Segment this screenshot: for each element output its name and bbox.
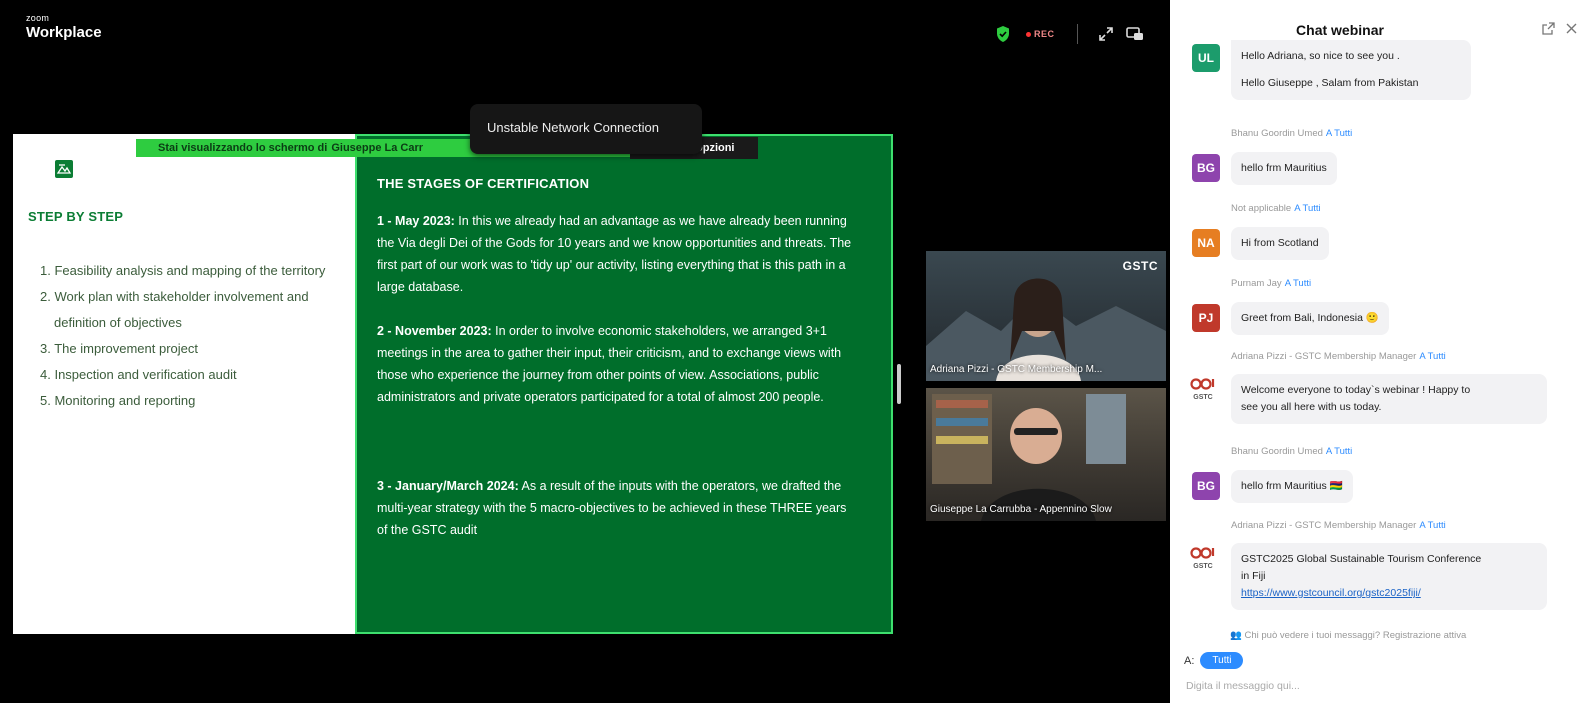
stages-title: THE STAGES OF CERTIFICATION [377, 176, 590, 191]
participant-label-giuseppe: Giuseppe La Carrubba - Appennino Slow [930, 504, 1112, 515]
view-window-icon[interactable] [1125, 26, 1144, 42]
stage-heading: 2 - November 2023: [377, 324, 492, 338]
logo-small-text: zoom [26, 13, 50, 23]
chat-message-bubble: Welcome everyone to today`s webinar ! Ha… [1231, 374, 1547, 424]
top-toolbar: REC [996, 22, 1144, 46]
message-line: Hi from Scotland [1241, 237, 1319, 249]
chat-message-bubble: GSTC2025 Global Sustainable Tourism Conf… [1231, 543, 1547, 610]
message-line [1241, 65, 1461, 75]
video-tile-giuseppe[interactable]: Giuseppe La Carrubba - Appennino Slow [926, 388, 1166, 521]
chat-privacy-note[interactable]: 👥 Chi può vedere i tuoi messaggi? Regist… [1230, 630, 1466, 641]
step-by-step-title: STEP BY STEP [28, 209, 124, 224]
chat-message-bubble: Hello Adriana, so nice to see you . Hell… [1231, 40, 1471, 100]
participant-video-giuseppe [932, 394, 1126, 521]
gstc-logo-avatar-icon: GSTC [1190, 547, 1215, 570]
avatar: UL [1192, 44, 1220, 72]
close-icon[interactable] [1566, 23, 1577, 34]
recording-label: REC [1034, 29, 1055, 39]
zoom-workplace-logo: zoom Workplace [26, 13, 102, 41]
recipient-label: A Tutti [1325, 128, 1353, 139]
privacy-note-text: Chi può vedere i tuoi messaggi? Registra… [1244, 630, 1467, 641]
steps-list: 1. Feasibility analysis and mapping of t… [40, 258, 340, 414]
stage-paragraph: 2 - November 2023: In order to involve e… [377, 320, 857, 408]
sender-name: Bhanu Goordin Umed [1231, 446, 1323, 457]
message-line: see you all here with us today. [1241, 401, 1382, 413]
avatar: BG [1192, 472, 1220, 500]
layout-resize-handle[interactable] [897, 364, 901, 404]
step-item: 4. Inspection and verification audit [40, 367, 237, 382]
sender-name: Not applicable [1231, 203, 1292, 214]
fullscreen-expand-icon[interactable] [1098, 26, 1114, 42]
stage-heading: 3 - January/March 2024: [377, 479, 519, 493]
chat-title: Chat webinar [1296, 22, 1384, 38]
recipient-prefix: A: [1184, 654, 1195, 667]
avatar: PJ [1192, 304, 1220, 332]
mountain-logo-icon [55, 160, 73, 178]
step-item: 5. Monitoring and reporting [40, 393, 196, 408]
slide-right-panel: THE STAGES OF CERTIFICATION 1 - May 2023… [355, 134, 893, 634]
message-sender: Purnam Jay A Tutti [1231, 278, 1311, 289]
recipient-dropdown[interactable]: Tutti [1200, 652, 1244, 669]
stage-paragraph: 3 - January/March 2024: As a result of t… [377, 475, 857, 541]
recipient-label: A Tutti [1294, 203, 1321, 214]
people-icon: 👥 [1230, 630, 1242, 641]
message-sender: Bhanu Goordin Umed A Tutti [1231, 128, 1352, 139]
recipient-label: A Tutti [1419, 351, 1446, 362]
toolbar-divider [1076, 24, 1078, 44]
step-item: 2. Work plan with stakeholder involvemen… [40, 289, 309, 330]
message-line: Hello Adriana, so nice to see you . [1241, 50, 1400, 62]
recipient-selector-row: A: Tutti [1184, 652, 1244, 669]
slide-left-panel: STEP BY STEP 1. Feasibility analysis and… [13, 134, 355, 634]
stage-paragraph: 1 - May 2023: In this we already had an … [377, 210, 857, 298]
sender-name: Adriana Pizzi - GSTC Membership Manager [1231, 520, 1417, 531]
logo-big-text: Workplace [26, 24, 102, 41]
stage-heading: 1 - May 2023: [377, 214, 455, 228]
chat-message-bubble: Hi from Scotland [1231, 227, 1329, 260]
recipient-label: A Tutti [1325, 446, 1353, 457]
message-line: Greet from Bali, Indonesia 🙂 [1241, 312, 1379, 324]
share-banner-text: Stai visualizzando lo schermo di [158, 142, 328, 154]
participant-label-adriana: Adriana Pizzi - GSTC Membership M... [930, 364, 1103, 375]
message-line: in Fiji [1241, 570, 1266, 582]
message-sender: Adriana Pizzi - GSTC Membership Manager A… [1231, 351, 1446, 362]
message-line: hello frm Mauritius [1241, 162, 1327, 174]
recipient-label: A Tutti [1284, 278, 1312, 289]
sender-name: Purnam Jay [1231, 278, 1282, 289]
share-banner-name: Giuseppe La Carr [331, 142, 424, 154]
chat-panel: Chat webinar UL Hello Adriana, so nice t… [1170, 0, 1579, 703]
message-sender: Adriana Pizzi - GSTC Membership Manager A… [1231, 520, 1446, 531]
sender-name: Bhanu Goordin Umed [1231, 128, 1323, 139]
svg-text:GSTC: GSTC [1193, 563, 1212, 570]
message-line: hello frm Mauritius 🇲🇺 [1241, 480, 1343, 492]
gstc-logo-avatar-icon: GSTC [1190, 378, 1215, 401]
shield-icon[interactable] [996, 26, 1010, 42]
chat-message-bubble: hello frm Mauritius 🇲🇺 [1231, 470, 1353, 503]
message-sender: Bhanu Goordin Umed A Tutti [1231, 446, 1352, 457]
avatar: NA [1192, 229, 1220, 257]
gstc-logo-video: GSTC [1122, 259, 1158, 273]
message-sender: Not applicable A Tutti [1231, 203, 1321, 214]
unstable-network-tooltip: Unstable Network Connection [470, 104, 702, 154]
zoom-main-area: zoom Workplace REC STEP BY STEP 1. Feasi… [0, 0, 1170, 703]
sender-name: Adriana Pizzi - GSTC Membership Manager [1231, 351, 1417, 362]
conference-link[interactable]: https://www.gstcouncil.org/gstc2025fiji/ [1241, 587, 1421, 599]
step-item: 1. Feasibility analysis and mapping of t… [40, 263, 326, 278]
popout-icon[interactable] [1542, 22, 1555, 35]
step-item: 3. The improvement project [40, 341, 198, 356]
chat-header: Chat webinar [1170, 0, 1579, 40]
svg-text:GSTC: GSTC [1193, 394, 1212, 401]
chat-message-bubble: Greet from Bali, Indonesia 🙂 [1231, 302, 1389, 335]
recording-dot-icon [1026, 31, 1031, 37]
avatar: BG [1192, 154, 1220, 182]
message-input[interactable] [1186, 676, 1556, 696]
recipient-label: A Tutti [1419, 520, 1446, 531]
recording-indicator[interactable]: REC [1026, 29, 1055, 39]
message-line: GSTC2025 Global Sustainable Tourism Conf… [1241, 553, 1482, 565]
video-tile-adriana[interactable]: GSTC Adriana Pizzi - GSTC Membership M..… [926, 251, 1166, 381]
message-line: Welcome everyone to today`s webinar ! Ha… [1241, 384, 1471, 396]
shared-screen-slide: STEP BY STEP 1. Feasibility analysis and… [13, 134, 893, 634]
chat-message-bubble: hello frm Mauritius [1231, 152, 1337, 185]
message-line: Hello Giuseppe , Salam from Pakistan [1241, 77, 1419, 89]
